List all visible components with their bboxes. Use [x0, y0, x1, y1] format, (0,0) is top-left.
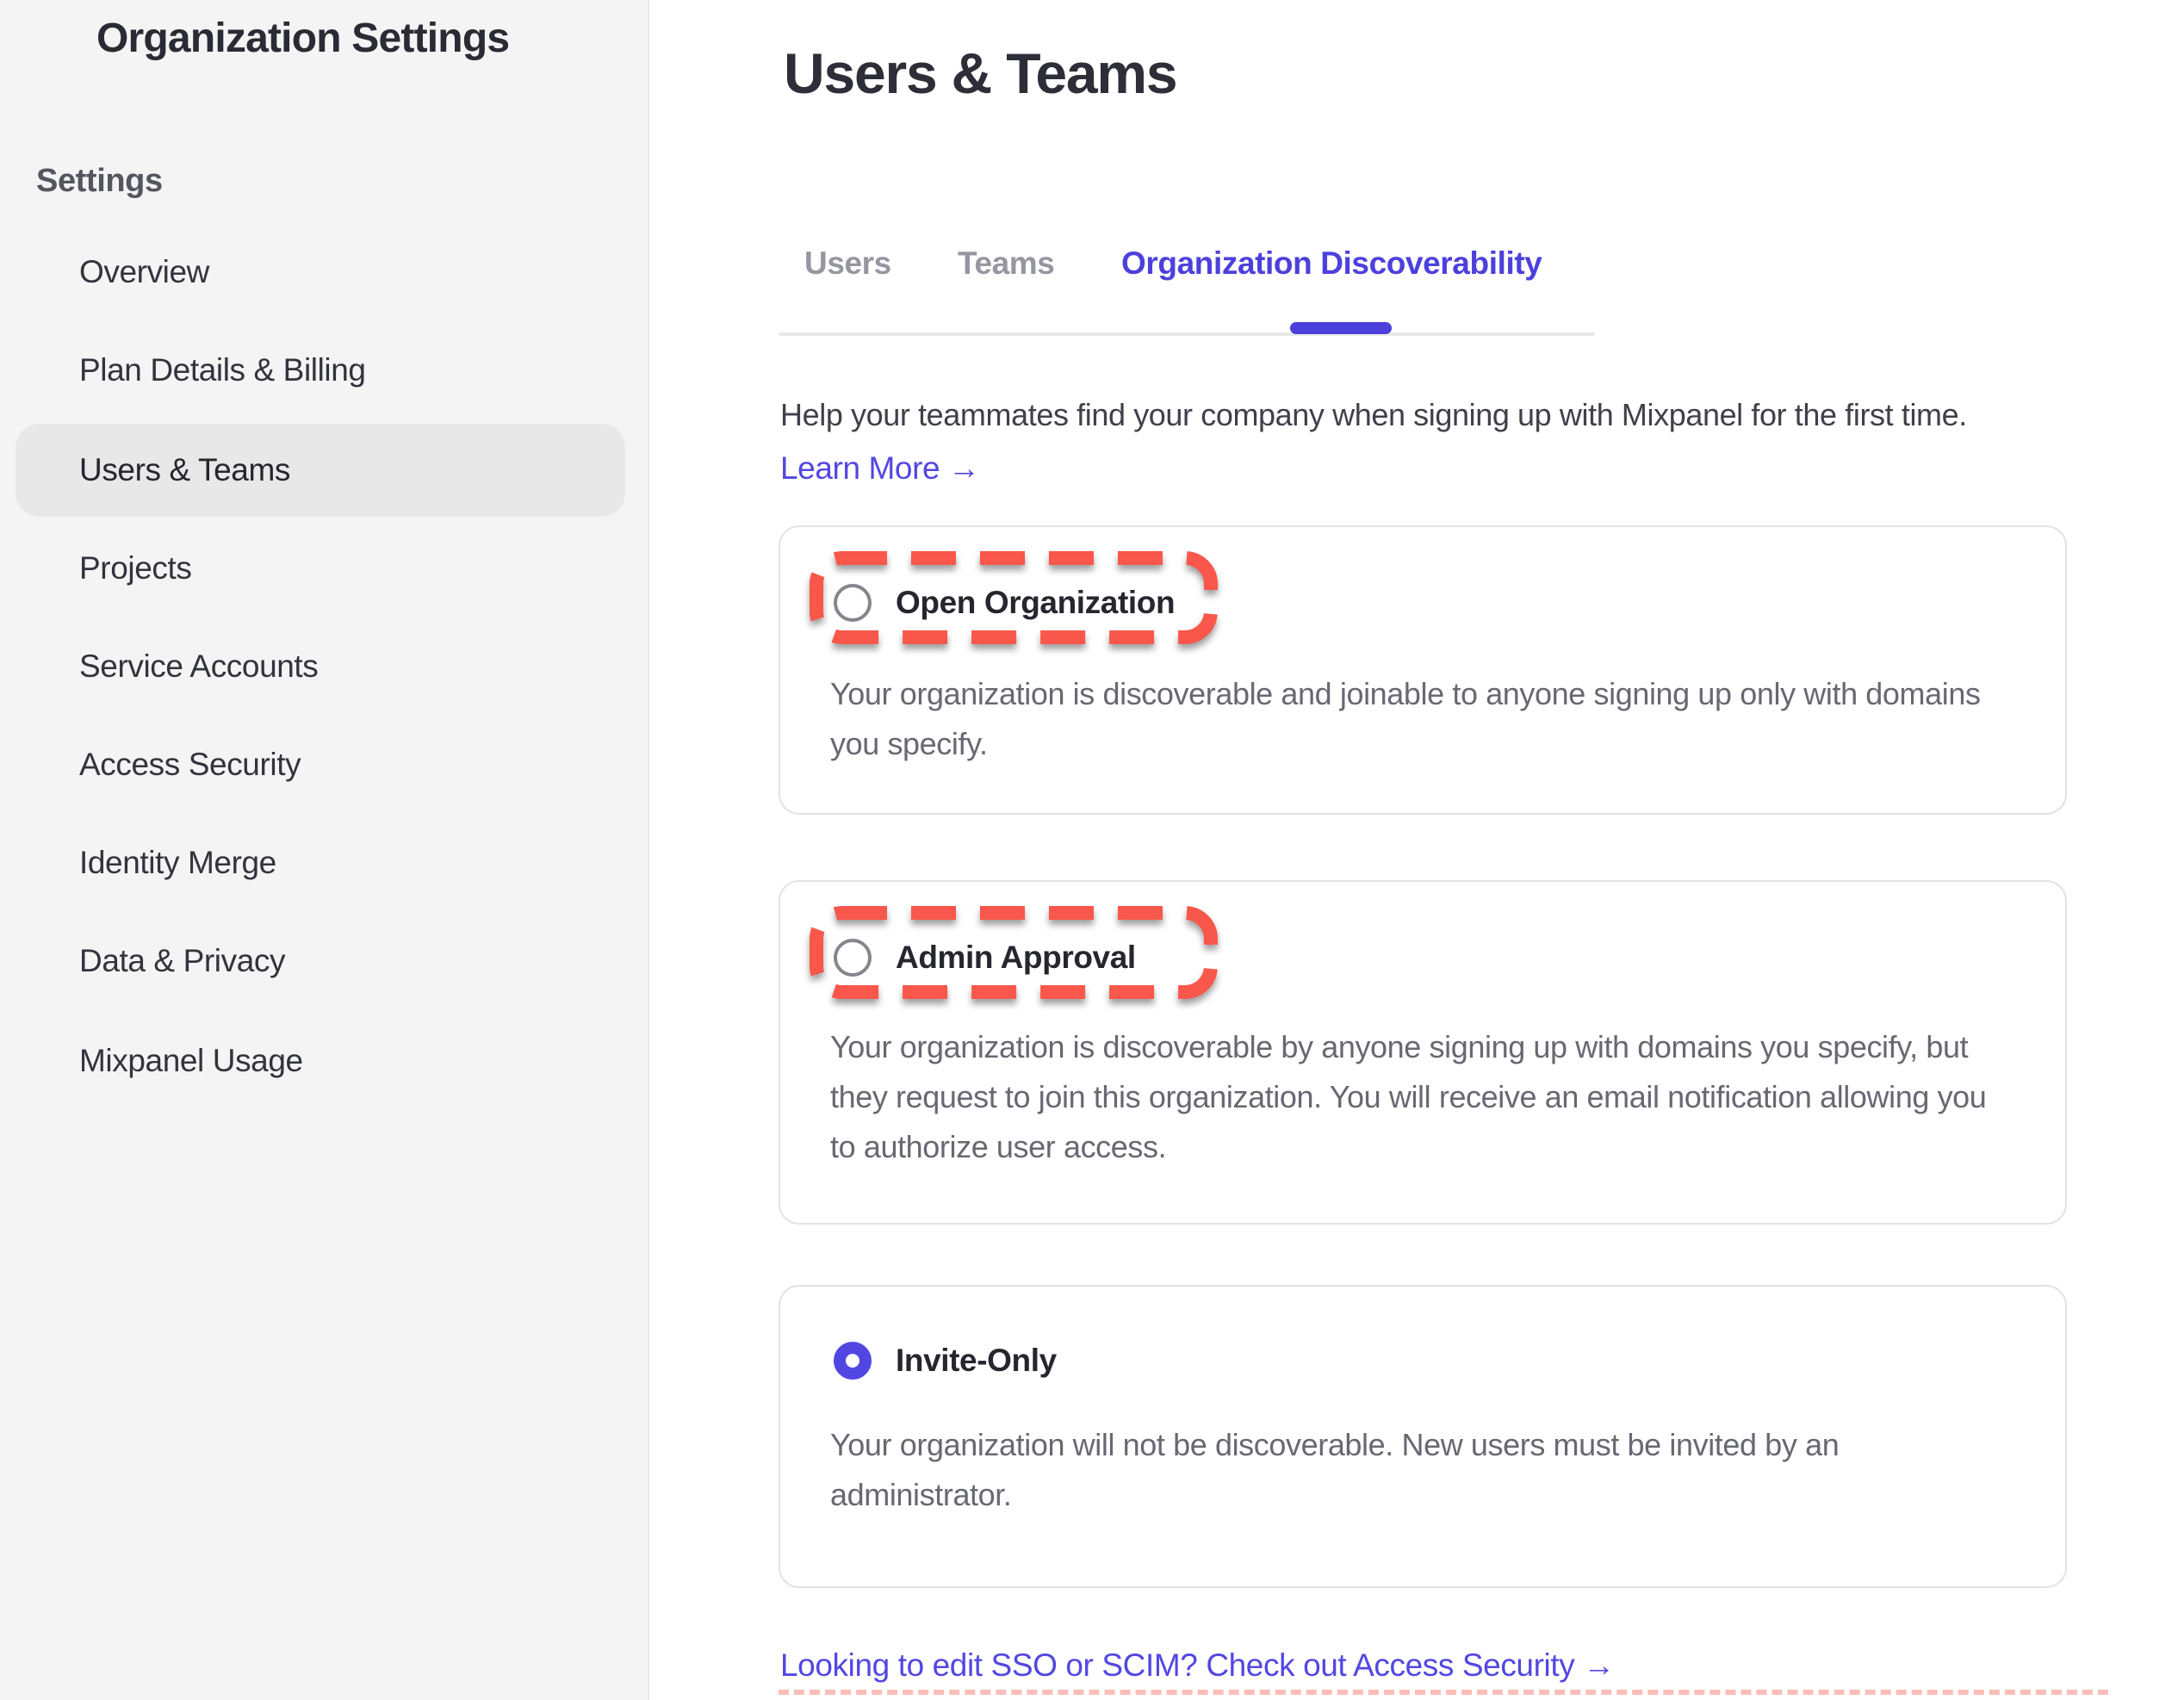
page-title: Users & Teams — [784, 41, 1176, 107]
option-label: Open Organization — [896, 584, 1175, 622]
access-security-link[interactable]: Looking to edit SSO or SCIM? Check out A… — [780, 1647, 1615, 1684]
sidebar-item-label: Plan Details & Billing — [79, 351, 366, 389]
learn-more-link[interactable]: Learn More → — [780, 450, 980, 487]
sidebar-item-label: Identity Merge — [79, 844, 276, 882]
tab-organization-discoverability[interactable]: Organization Discoverability — [1121, 245, 1542, 282]
option-label: Invite-Only — [896, 1342, 1057, 1380]
sidebar-item-projects[interactable]: Projects — [16, 522, 625, 615]
option-card-invite-only: Invite-Only Your organization will not b… — [779, 1285, 2067, 1588]
option-label: Admin Approval — [896, 939, 1136, 977]
sidebar-item-identity-merge[interactable]: Identity Merge — [16, 816, 625, 909]
sidebar-item-users-teams[interactable]: Users & Teams — [16, 424, 625, 517]
option-description: Your organization will not be discoverab… — [830, 1421, 2001, 1521]
active-tab-indicator — [1290, 322, 1392, 334]
sidebar-item-label: Mixpanel Usage — [79, 1042, 303, 1080]
option-description: Your organization is discoverable by any… — [830, 1023, 2001, 1173]
tab-underline-track — [779, 332, 1595, 336]
sidebar-title: Organization Settings — [96, 16, 509, 64]
sidebar-item-label: Overview — [79, 253, 209, 291]
sidebar-section-label: Settings — [36, 164, 163, 202]
sidebar-item-service-accounts[interactable]: Service Accounts — [16, 620, 625, 713]
option-card-admin-approval: Admin Approval Your organization is disc… — [779, 880, 2067, 1225]
sidebar-item-label: Access Security — [79, 746, 301, 784]
radio-option-invite-only[interactable]: Invite-Only — [834, 1342, 1057, 1380]
radio-unselected-icon[interactable] — [834, 939, 872, 977]
sidebar-item-access-security[interactable]: Access Security — [16, 718, 625, 811]
tab-users[interactable]: Users — [804, 245, 891, 282]
intro-text: Help your teammates find your company wh… — [780, 398, 2184, 434]
option-description: Your organization is discoverable and jo… — [830, 670, 2001, 770]
cropped-annotation-edge — [779, 1690, 2108, 1695]
sidebar-item-overview[interactable]: Overview — [16, 226, 625, 319]
sidebar: Organization Settings Settings Overview … — [0, 0, 649, 1700]
tab-teams[interactable]: Teams — [958, 245, 1055, 282]
radio-option-open-organization[interactable]: Open Organization — [834, 584, 1175, 622]
radio-selected-icon[interactable] — [834, 1342, 872, 1380]
option-card-open-organization: Open Organization Your organization is d… — [779, 525, 2067, 815]
radio-unselected-icon[interactable] — [834, 584, 872, 622]
sidebar-item-label: Service Accounts — [79, 648, 318, 686]
organization-settings-page: Organization Settings Settings Overview … — [0, 0, 2184, 1700]
sidebar-item-label: Data & Privacy — [79, 942, 285, 980]
sidebar-item-label: Users & Teams — [79, 451, 290, 489]
radio-option-admin-approval[interactable]: Admin Approval — [834, 939, 1136, 977]
sidebar-item-data-privacy[interactable]: Data & Privacy — [16, 915, 625, 1008]
sidebar-item-mixpanel-usage[interactable]: Mixpanel Usage — [16, 1014, 625, 1107]
sidebar-item-label: Projects — [79, 549, 191, 587]
sidebar-item-plan-details-billing[interactable]: Plan Details & Billing — [16, 324, 625, 417]
